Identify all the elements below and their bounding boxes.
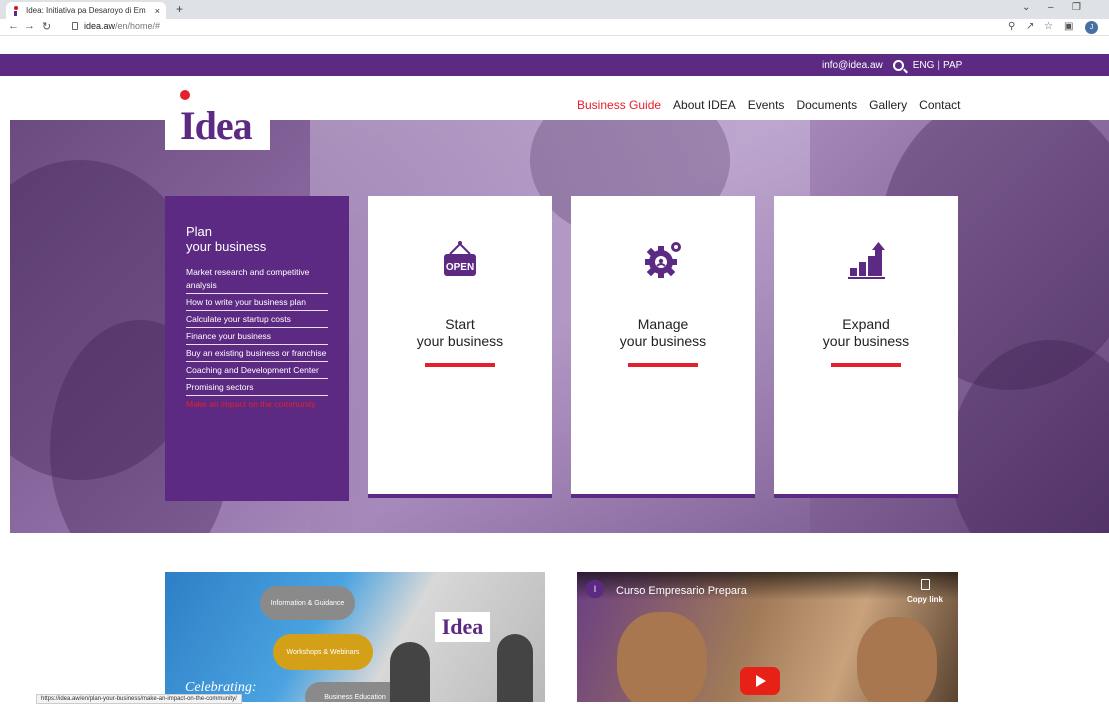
nav-about-idea[interactable]: About IDEA <box>673 98 736 112</box>
zoom-icon[interactable]: ⚲ <box>1008 21 1015 32</box>
site-logo[interactable]: Idea <box>165 80 270 150</box>
logo-dot-icon <box>180 90 190 100</box>
card-expand-business[interactable]: Expand your business <box>774 196 958 498</box>
tab-close-icon[interactable]: × <box>155 6 160 16</box>
card-manage-underline <box>628 363 698 367</box>
plan-link-startup-costs[interactable]: Calculate your startup costs <box>186 311 328 328</box>
restore-icon[interactable]: ❐ <box>1072 2 1081 13</box>
favicon-icon <box>12 5 20 16</box>
plan-link-finance[interactable]: Finance your business <box>186 328 328 345</box>
card-start-underline <box>425 363 495 367</box>
plan-link-buy-business[interactable]: Buy an existing business or franchise <box>186 345 328 362</box>
promo-banner-image[interactable]: Information & Guidance Workshops & Webin… <box>165 572 545 702</box>
card-start-line2: your business <box>416 333 504 349</box>
share-icon[interactable]: ↗ <box>1026 21 1034 32</box>
search-icon[interactable] <box>892 59 904 71</box>
card-expand-underline <box>831 363 901 367</box>
plan-link-promising-sectors[interactable]: Promising sectors <box>186 379 328 396</box>
plan-title-line1: Plan <box>186 224 213 239</box>
plan-link-make-impact[interactable]: Make an impact on the community <box>186 396 328 412</box>
nav-gallery[interactable]: Gallery <box>869 98 907 112</box>
chevron-down-icon[interactable]: ⌄ <box>1022 2 1030 13</box>
card-start-line1: Start <box>445 316 475 332</box>
card-expand-label: Expand your business <box>774 316 958 350</box>
nav-business-guide[interactable]: Business Guide <box>577 98 661 112</box>
browser-tab[interactable]: Idea: Initiativa pa Desaroyo di Em × <box>6 2 166 19</box>
lock-icon[interactable] <box>72 22 78 30</box>
top-bar-links: info@idea.aw ENG | PAP <box>822 54 962 76</box>
lang-pap-link[interactable]: PAP <box>943 60 962 71</box>
channel-avatar[interactable]: I <box>586 580 604 598</box>
lang-separator: | <box>937 59 941 71</box>
copy-link-icon[interactable] <box>921 579 930 590</box>
reload-icon[interactable]: ↻ <box>42 20 51 33</box>
address-bar: ← → ↻ idea.aw/en/home/# ⚲ ↗ ☆ ▣ <box>0 19 1109 36</box>
card-start-label: Start your business <box>368 316 552 350</box>
pill-information-guidance: Information & Guidance <box>260 586 355 620</box>
card-start-business[interactable]: OPEN Start your business <box>368 196 552 498</box>
logo-text: Idea <box>180 103 253 148</box>
site-top-bar: info@idea.aw ENG | PAP <box>0 54 1109 76</box>
plan-business-panel: Plan your business Market research and c… <box>165 196 349 501</box>
open-sign-icon: OPEN <box>444 241 476 276</box>
tab-title: Idea: Initiativa pa Desaroyo di Em <box>26 6 146 15</box>
gear-icon <box>645 242 681 278</box>
lang-eng-link[interactable]: ENG <box>913 60 935 71</box>
copy-link-label[interactable]: Copy link <box>907 595 943 604</box>
url-path: /en/home/# <box>115 21 161 31</box>
forward-icon[interactable]: → <box>24 20 35 32</box>
card-manage-business[interactable]: Manage your business <box>571 196 755 498</box>
nav-contact[interactable]: Contact <box>919 98 960 112</box>
browser-tab-bar: Idea: Initiativa pa Desaroyo di Em × + ⌄… <box>0 0 1109 19</box>
plan-link-coaching[interactable]: Coaching and Development Center <box>186 362 328 379</box>
nav-events[interactable]: Events <box>748 98 785 112</box>
back-icon[interactable]: ← <box>8 20 19 32</box>
play-button-icon[interactable] <box>740 667 780 695</box>
plan-panel-title: Plan your business <box>186 224 328 254</box>
plan-title-line2: your business <box>186 239 267 254</box>
card-manage-line2: your business <box>619 333 707 349</box>
svg-text:OPEN: OPEN <box>446 262 474 273</box>
bookmark-star-icon[interactable]: ☆ <box>1044 21 1053 32</box>
side-panel-icon[interactable]: ▣ <box>1064 21 1073 32</box>
card-expand-line1: Expand <box>842 316 890 332</box>
card-manage-line1: Manage <box>637 316 689 332</box>
url-host: idea.aw <box>84 21 116 31</box>
growth-chart-icon <box>848 242 885 279</box>
person-silhouette-left <box>390 642 430 702</box>
video-person-right <box>857 617 937 702</box>
person-silhouette-right <box>497 634 533 702</box>
promo-logo: Idea <box>435 612 490 642</box>
plan-link-business-plan[interactable]: How to write your business plan <box>186 294 328 311</box>
video-title[interactable]: Curso Empresario Prepara <box>616 585 747 597</box>
profile-avatar-icon[interactable]: J <box>1085 21 1098 34</box>
youtube-video-embed[interactable]: I Curso Empresario Prepara Copy link <box>577 572 958 702</box>
main-navigation: Business Guide About IDEA Events Documen… <box>577 98 973 112</box>
email-link[interactable]: info@idea.aw <box>822 60 883 71</box>
card-expand-line2: your business <box>822 333 910 349</box>
nav-documents[interactable]: Documents <box>796 98 857 112</box>
status-bar-url: https://idea.aw/en/plan-your-business/ma… <box>36 694 242 704</box>
url-field[interactable]: idea.aw/en/home/# <box>84 21 160 31</box>
new-tab-button[interactable]: + <box>176 2 183 16</box>
card-manage-label: Manage your business <box>571 316 755 350</box>
plan-link-market-research[interactable]: Market research and competitive analysis <box>186 264 328 294</box>
minimize-icon[interactable]: – <box>1048 2 1054 13</box>
pill-workshops-webinars: Workshops & Webinars <box>273 634 373 670</box>
video-person-left <box>617 612 707 702</box>
